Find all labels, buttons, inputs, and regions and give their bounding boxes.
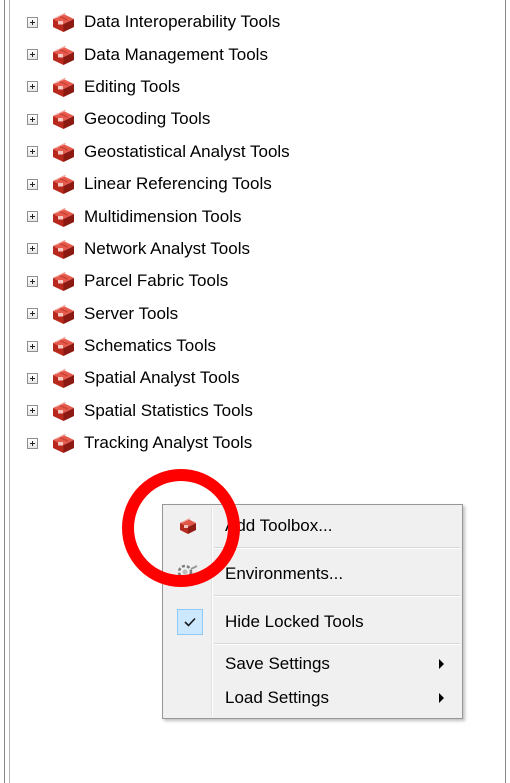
tree-item-label: Editing Tools — [84, 76, 181, 96]
submenu-arrow-icon — [439, 693, 444, 703]
toolbox-icon — [51, 367, 76, 389]
tree-item-label: Tracking Analyst Tools — [84, 433, 253, 453]
toolbox-icon — [51, 173, 76, 195]
menu-separator — [214, 547, 460, 549]
menu-separator — [214, 595, 460, 597]
toolbox-panel: Data Interoperability Tools Data Manageme… — [0, 0, 510, 783]
menu-item-load-settings[interactable]: Load Settings — [165, 680, 460, 716]
plus-expander-icon[interactable] — [27, 211, 38, 223]
tree-item[interactable]: Tracking Analyst Tools — [27, 427, 497, 459]
plus-expander-icon[interactable] — [27, 275, 38, 287]
toolbox-icon — [51, 108, 76, 130]
tree-item-label: Linear Referencing Tools — [84, 174, 272, 194]
tree-item-label: Data Management Tools — [84, 44, 268, 64]
tree-item[interactable]: Linear Referencing Tools — [27, 168, 497, 200]
hide-locked-tools-label: Hide Locked Tools — [225, 612, 364, 631]
tree-item[interactable]: Schematics Tools — [27, 330, 497, 362]
menu-item-hide-locked-tools[interactable]: Hide Locked Tools — [165, 604, 460, 640]
tree-item-label: Geocoding Tools — [84, 109, 211, 129]
tree-item[interactable]: Network Analyst Tools — [27, 233, 497, 265]
hide-locked-tools-check — [165, 604, 211, 640]
load-settings-icon-slot — [165, 680, 211, 716]
plus-expander-icon[interactable] — [27, 178, 38, 190]
environments-label: Environments... — [225, 564, 344, 583]
add-toolbox-icon — [165, 508, 211, 544]
tree-item-label: Spatial Statistics Tools — [84, 400, 253, 420]
tree-item[interactable]: Spatial Statistics Tools — [27, 395, 497, 427]
plus-expander-icon[interactable] — [27, 405, 38, 417]
toolbox-tree: Data Interoperability Tools Data Manageme… — [27, 6, 497, 459]
tree-item[interactable]: Geocoding Tools — [27, 103, 497, 135]
tree-item[interactable]: Server Tools — [27, 298, 497, 330]
toolbox-icon — [51, 44, 76, 66]
add-toolbox-label: Add Toolbox... — [225, 516, 333, 535]
toolbox-icon — [51, 270, 76, 292]
panel-left-border — [4, 0, 5, 783]
menu-item-save-settings[interactable]: Save Settings — [165, 646, 460, 682]
panel-right-border[interactable] — [505, 0, 506, 783]
submenu-arrow-icon — [439, 659, 444, 669]
tree-item[interactable]: Geostatistical Analyst Tools — [27, 136, 497, 168]
tree-item[interactable]: Editing Tools — [27, 71, 497, 103]
plus-expander-icon[interactable] — [27, 81, 38, 93]
tree-item[interactable]: Data Interoperability Tools — [27, 6, 497, 38]
context-menu: Add Toolbox... Environments... Hide Lock… — [162, 504, 463, 719]
plus-expander-icon[interactable] — [27, 113, 38, 125]
tree-item-label: Parcel Fabric Tools — [84, 271, 229, 291]
plus-expander-icon[interactable] — [27, 146, 38, 158]
save-settings-label: Save Settings — [225, 654, 330, 673]
toolbox-icon — [51, 76, 76, 98]
plus-expander-icon[interactable] — [27, 308, 38, 320]
tree-item-label: Multidimension Tools — [84, 206, 242, 226]
plus-expander-icon[interactable] — [27, 16, 38, 28]
tree-item[interactable]: Spatial Analyst Tools — [27, 362, 497, 394]
tree-item[interactable]: Data Management Tools — [27, 38, 497, 70]
menu-item-environments[interactable]: Environments... — [165, 556, 460, 592]
tree-item-label: Spatial Analyst Tools — [84, 368, 240, 388]
tree-item[interactable]: Multidimension Tools — [27, 200, 497, 232]
tree-item-label: Network Analyst Tools — [84, 238, 250, 258]
menu-separator — [214, 643, 460, 645]
plus-expander-icon[interactable] — [27, 437, 38, 449]
toolbox-icon — [51, 206, 76, 228]
plus-expander-icon[interactable] — [27, 340, 38, 352]
check-icon — [177, 609, 203, 635]
toolbox-icon — [51, 238, 76, 260]
environments-icon — [165, 556, 211, 592]
plus-expander-icon[interactable] — [27, 372, 38, 384]
tree-item-label: Server Tools — [84, 303, 179, 323]
tree-item-label: Data Interoperability Tools — [84, 12, 281, 32]
toolbox-icon — [51, 432, 76, 454]
plus-expander-icon[interactable] — [27, 243, 38, 255]
toolbox-icon — [51, 303, 76, 325]
tree-item-label: Geostatistical Analyst Tools — [84, 141, 290, 161]
plus-expander-icon[interactable] — [27, 49, 38, 61]
menu-item-add-toolbox[interactable]: Add Toolbox... — [165, 508, 460, 544]
toolbox-icon — [51, 141, 76, 163]
toolbox-icon — [51, 11, 76, 33]
save-settings-icon-slot — [165, 646, 211, 682]
tree-item[interactable]: Parcel Fabric Tools — [27, 265, 497, 297]
panel-inner-border — [9, 0, 10, 783]
toolbox-icon — [51, 335, 76, 357]
toolbox-icon — [51, 400, 76, 422]
tree-item-label: Schematics Tools — [84, 336, 216, 356]
load-settings-label: Load Settings — [225, 688, 329, 707]
